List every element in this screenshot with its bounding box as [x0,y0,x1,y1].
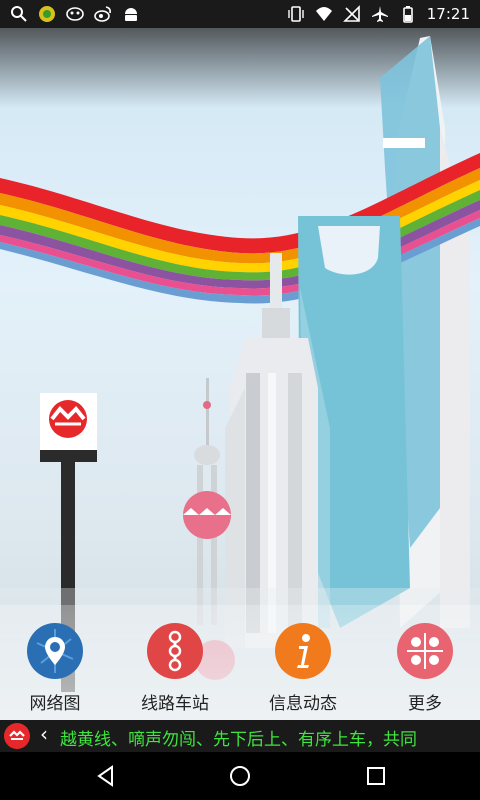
status-bar: 17:21 [0,0,480,28]
wifi-icon [315,5,333,23]
recents-icon[interactable] [364,764,388,788]
menu-label-network-map: 网络图 [29,694,81,714]
search-icon [10,5,28,23]
menu-network-map[interactable]: 网络图 [0,623,110,714]
weibo-icon [94,5,112,23]
menu-label-more: 更多 [408,694,442,714]
app-screen: 17:21 网络图 线路车站 信息动态 更多 ‹ 越黄线、嘀声勿闯、先下后上、有… [0,0,480,800]
network-map-icon [27,623,83,679]
navigation-bar [0,752,480,800]
menu-line-stations[interactable]: 线路车站 [120,623,230,714]
android-icon [122,5,140,23]
home-icon[interactable] [228,764,252,788]
battery-icon [399,5,417,23]
metro-logo-icon [4,723,30,749]
airplane-icon [371,5,389,23]
menu-info-news[interactable]: 信息动态 [248,623,358,714]
line-stations-icon [147,623,203,679]
vibrate-icon [287,5,305,23]
ticker-text: 越黄线、嘀声勿闯、先下后上、有序上车，共同 [60,730,417,750]
more-icon [397,623,453,679]
menu-more[interactable]: 更多 [370,623,480,714]
news-ticker[interactable]: ‹ 越黄线、嘀声勿闯、先下后上、有序上车，共同 [0,720,480,752]
info-icon [275,623,331,679]
main-menu: 网络图 线路车站 信息动态 更多 [0,605,480,720]
chevron-left-icon[interactable]: ‹ [40,722,48,746]
back-icon[interactable] [94,764,118,788]
status-time: 17:21 [426,5,470,23]
game-icon [38,5,56,23]
menu-label-line-stations: 线路车站 [141,694,209,714]
menu-label-info-news: 信息动态 [269,694,337,714]
no-sim-icon [342,5,361,23]
mask-icon [66,5,84,23]
